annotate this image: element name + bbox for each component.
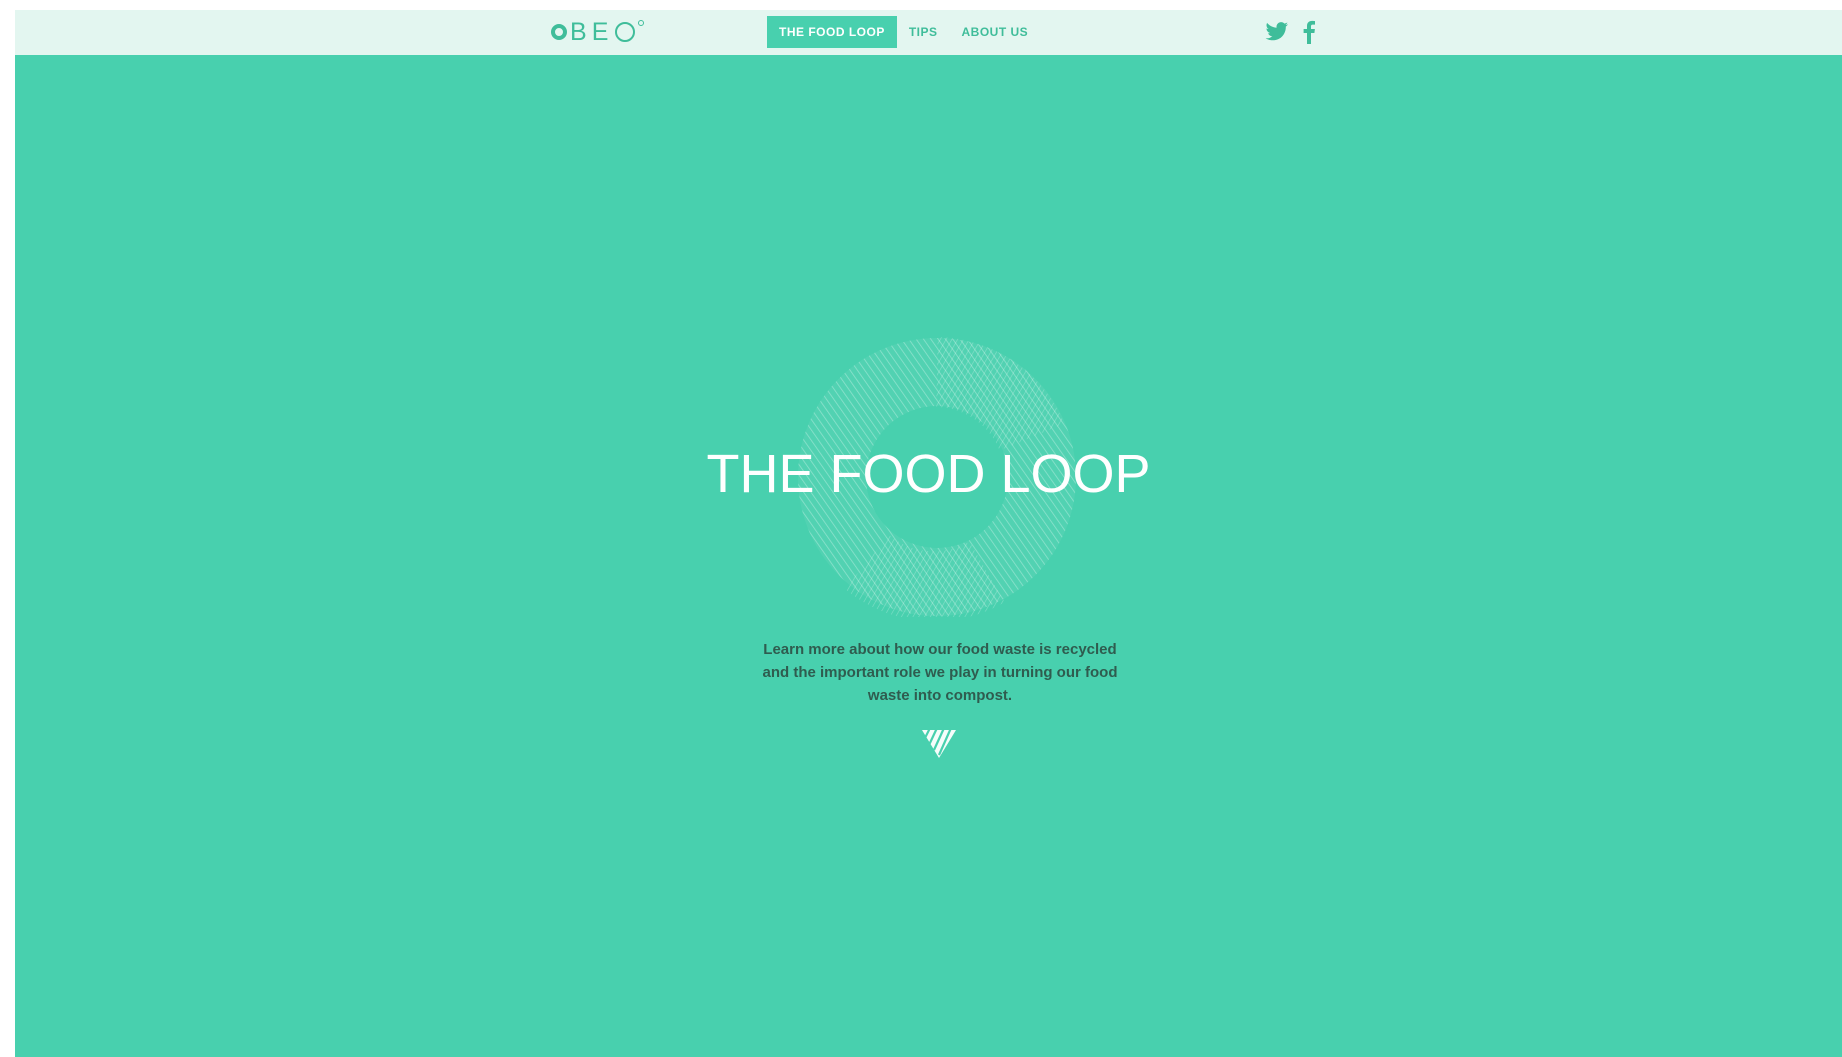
nav-item-tips[interactable]: TIPS — [897, 16, 950, 48]
chevron-down-icon[interactable] — [920, 728, 958, 760]
facebook-icon[interactable] — [1303, 20, 1315, 44]
logo-circle-solid — [551, 24, 567, 40]
top-navigation-bar: B E THE FOOD LOOP TIPS ABOUT US — [15, 10, 1842, 55]
obeo-logo[interactable]: B E — [551, 12, 645, 52]
hero-title: THE FOOD LOOP — [706, 444, 1151, 504]
logo-letter-b: B — [570, 17, 589, 46]
social-links — [1265, 19, 1315, 45]
hero-description: Learn more about how our food waste is r… — [762, 641, 1118, 704]
nav-item-about-us[interactable]: ABOUT US — [950, 16, 1041, 48]
logo-dot — [638, 20, 645, 26]
logo-letter-e: E — [591, 17, 611, 46]
twitter-icon[interactable] — [1265, 22, 1289, 42]
main-nav: THE FOOD LOOP TIPS ABOUT US — [767, 16, 1040, 48]
logo-circle-outline — [615, 22, 636, 42]
nav-item-the-food-loop[interactable]: THE FOOD LOOP — [767, 16, 897, 48]
page-frame: B E THE FOOD LOOP TIPS ABOUT US THE FOOD… — [15, 10, 1842, 1057]
